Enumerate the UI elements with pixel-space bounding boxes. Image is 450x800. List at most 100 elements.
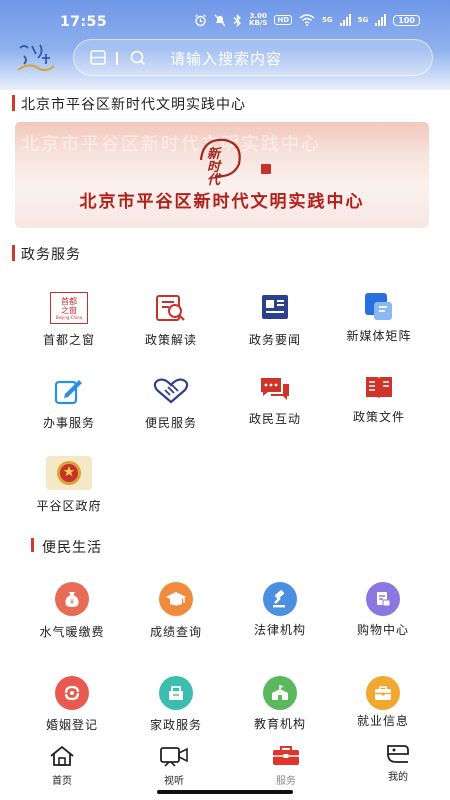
graduation-cap-icon	[159, 582, 193, 616]
marriage-icon	[55, 676, 89, 710]
gov-item-label: 政策解读	[144, 333, 197, 347]
banner-section-title: 北京市平谷区新时代文明实践中心	[21, 97, 246, 113]
nav-profile[interactable]: 我的	[368, 742, 428, 790]
video-icon	[160, 747, 188, 767]
status-bar: 17:55 3.00 KB/S HD 5G 5G 100	[0, 10, 450, 36]
gov-item-convenience[interactable]: 便民服务	[121, 375, 221, 435]
life-item-label: 成绩查询	[149, 625, 202, 639]
shopping-icon	[366, 582, 400, 616]
banner-ghost-text: 北京市平谷区新时代文明实践中心	[21, 134, 321, 155]
gov-item-affairs[interactable]: 办事服务	[19, 375, 119, 435]
banner-text: 北京市平谷区新时代文明实践中心	[79, 192, 365, 212]
wifi-icon	[299, 14, 315, 26]
bluetooth-icon	[233, 13, 241, 27]
signal-bars-1	[339, 14, 351, 26]
life-item-label: 教育机构	[253, 717, 306, 731]
gov-item-interaction[interactable]: 政民互动	[225, 375, 325, 435]
nav-home[interactable]: 首页	[32, 744, 92, 792]
life-item-education[interactable]: 教育机构	[230, 676, 330, 736]
life-item-label: 就业信息	[356, 714, 409, 728]
life-item-label: 婚姻登记	[45, 718, 98, 732]
nav-service[interactable]: 服务	[256, 744, 316, 792]
status-time: 17:55	[60, 14, 108, 30]
emblem-icon	[46, 456, 92, 490]
gavel-icon	[263, 582, 297, 616]
edit-icon	[54, 380, 82, 405]
hd-badge: HD	[274, 15, 293, 25]
app-logo[interactable]	[14, 40, 58, 78]
life-item-utility-payment[interactable]: ¥ 水气暖缴费	[22, 582, 122, 642]
life-item-legal[interactable]: 法律机构	[230, 582, 330, 642]
gov-item-policy-reading[interactable]: 政策解读	[121, 292, 221, 352]
capital-window-icon: 首都 之窗 Beijing·China	[50, 292, 88, 324]
status-icons: 3.00 KB/S HD 5G 5G 100	[194, 13, 420, 27]
home-indicator[interactable]	[157, 790, 293, 794]
news-icon	[262, 295, 288, 319]
policy-reading-icon	[156, 295, 185, 321]
nav-service-label: 服务	[276, 776, 296, 787]
profile-icon	[387, 745, 409, 763]
home-icon	[50, 745, 74, 766]
media-matrix-icon	[365, 293, 392, 320]
nav-video[interactable]: 视听	[144, 744, 204, 792]
signal-bars-2	[375, 14, 387, 26]
banner-image[interactable]: 北京市平谷区新时代文明实践中心 新时代 北京市平谷区新时代文明实践中心	[15, 122, 429, 228]
gov-item-label: 便民服务	[144, 416, 197, 430]
housekeeping-icon	[159, 676, 193, 710]
svg-text:¥: ¥	[70, 598, 75, 606]
nav-home-label: 首页	[52, 776, 72, 787]
toolbox-icon	[273, 746, 299, 765]
money-bag-icon: ¥	[55, 582, 89, 616]
book-icon	[366, 377, 392, 399]
nav-profile-label: 我的	[388, 772, 408, 783]
life-item-label: 法律机构	[253, 623, 306, 637]
search-bar[interactable]: 请输入搜索内容	[73, 39, 433, 76]
gov-item-label: 政民互动	[248, 412, 301, 426]
nav-video-label: 视听	[164, 776, 184, 787]
gov-item-policy-files[interactable]: 政策文件	[329, 375, 429, 435]
scan-icon[interactable]	[90, 50, 106, 65]
life-services-title: 便民生活	[42, 540, 102, 556]
briefcase-icon	[366, 676, 400, 710]
banner-mark-text: 新时代	[207, 147, 221, 188]
capital-window-icon-sub: Beijing·China	[55, 314, 83, 320]
seal-stamp-icon	[261, 164, 271, 174]
life-item-marriage[interactable]: 婚姻登记	[22, 676, 122, 736]
gov-item-label: 首都之窗	[42, 333, 95, 347]
net-speed: 3.00 KB/S	[249, 13, 267, 27]
life-item-label: 购物中心	[356, 623, 409, 637]
gov-item-label: 新媒体矩阵	[346, 329, 412, 343]
gov-item-label: 办事服务	[42, 416, 95, 430]
school-icon	[263, 676, 297, 710]
search-input[interactable]: 请输入搜索内容	[170, 48, 282, 69]
life-item-label: 水气暖缴费	[39, 625, 105, 639]
capital-window-icon-text-2: 之窗	[61, 305, 77, 315]
life-item-housekeeping[interactable]: 家政服务	[126, 676, 226, 736]
search-icon[interactable]	[130, 50, 146, 66]
gov-item-label: 政策文件	[352, 410, 405, 424]
gov-item-media-matrix[interactable]: 新媒体矩阵	[329, 292, 429, 352]
signal-5g-label-2: 5G	[357, 15, 369, 24]
gov-item-news[interactable]: 政务要闻	[225, 292, 325, 352]
battery-indicator: 100	[393, 14, 420, 26]
gov-item-label: 政务要闻	[248, 333, 301, 347]
gov-item-capital-window[interactable]: 首都 之窗 Beijing·China 首都之窗	[19, 292, 119, 352]
capital-window-icon-text-1: 首都	[61, 296, 77, 306]
life-item-shopping[interactable]: 购物中心	[333, 582, 433, 642]
chat-icon	[261, 378, 289, 400]
mute-icon	[214, 14, 226, 26]
life-item-score-query[interactable]: 成绩查询	[126, 582, 226, 642]
section-marker	[12, 245, 15, 261]
signal-5g-label-1: 5G	[322, 15, 333, 24]
search-separator	[116, 52, 118, 65]
life-item-employment[interactable]: 就业信息	[333, 676, 433, 736]
logo-icon	[17, 44, 55, 72]
net-speed-unit: KB/S	[249, 19, 268, 27]
life-item-label: 家政服务	[149, 718, 202, 732]
gov-item-pinggu-government[interactable]: 平谷区政府	[19, 456, 119, 520]
handshake-icon	[153, 378, 189, 404]
gov-services-title: 政务服务	[21, 247, 81, 263]
gov-item-label: 平谷区政府	[36, 499, 102, 513]
banner-calligraphy: 新时代	[199, 138, 241, 187]
section-marker	[31, 538, 34, 552]
